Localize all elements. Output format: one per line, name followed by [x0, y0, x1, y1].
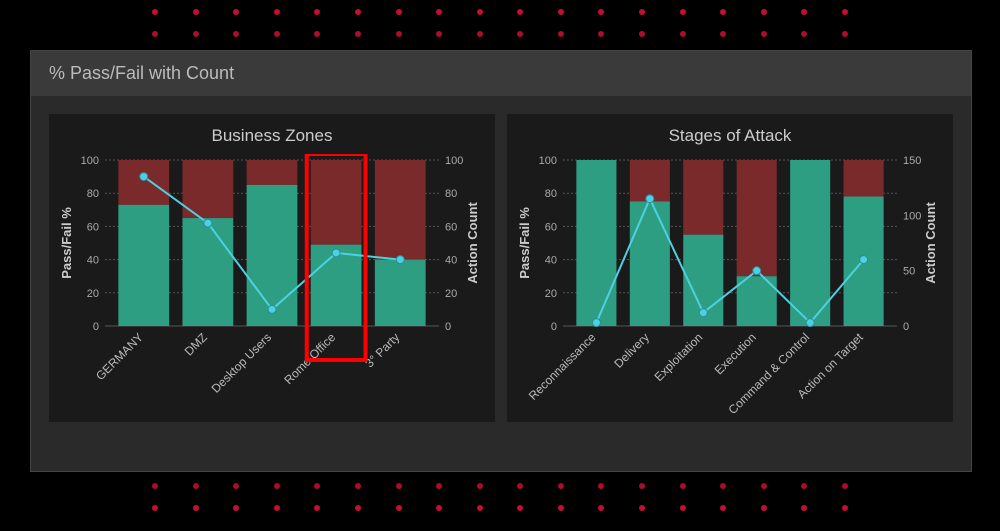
svg-text:0: 0 — [445, 321, 451, 333]
chart-title-stages: Stages of Attack — [515, 126, 945, 146]
x-category-label: Reconnaissance — [526, 330, 599, 403]
line-point[interactable] — [592, 319, 600, 327]
bar-fail[interactable] — [375, 160, 426, 260]
svg-text:80: 80 — [545, 188, 557, 200]
svg-text:50: 50 — [903, 266, 915, 278]
chart-title-zones: Business Zones — [57, 126, 487, 146]
svg-text:0: 0 — [551, 321, 557, 333]
bar-pass[interactable] — [375, 260, 426, 326]
line-point[interactable] — [268, 305, 276, 313]
y-axis-right-label: Action Count — [465, 202, 480, 284]
svg-text:60: 60 — [445, 221, 457, 233]
line-point[interactable] — [860, 256, 868, 264]
chart-business-zones[interactable]: Business Zones 0 20 40 60 80 100 0 20 40 60 80 100 G… — [49, 114, 495, 422]
x-category-label: Execution — [712, 330, 759, 377]
line-point[interactable] — [332, 249, 340, 257]
svg-text:80: 80 — [87, 188, 99, 200]
line-point[interactable] — [140, 173, 148, 181]
bar-fail[interactable] — [311, 160, 362, 245]
bar-fail[interactable] — [247, 160, 298, 185]
bar-fail[interactable] — [844, 160, 884, 197]
bar-fail[interactable] — [118, 160, 169, 205]
y-axis-left-label: Pass/Fail % — [59, 207, 74, 279]
x-category-label: Delivery — [611, 330, 652, 371]
line-point[interactable] — [699, 309, 707, 317]
svg-text:100: 100 — [903, 210, 921, 222]
svg-text:80: 80 — [445, 188, 457, 200]
svg-text:20: 20 — [545, 288, 557, 300]
y-axis-left-label: Pass/Fail % — [517, 207, 532, 279]
bar-pass[interactable] — [790, 160, 830, 326]
x-category-label: DMZ — [182, 330, 210, 358]
x-category-label: 3° Party — [362, 330, 402, 370]
dashboard-panel: % Pass/Fail with Count ! Business Zones … — [30, 50, 972, 472]
bar-fail[interactable] — [737, 160, 777, 276]
bar-pass[interactable] — [630, 202, 670, 327]
svg-text:40: 40 — [445, 255, 457, 267]
svg-text:20: 20 — [445, 288, 457, 300]
svg-text:100: 100 — [81, 155, 99, 167]
svg-text:60: 60 — [545, 221, 557, 233]
x-category-label: GERMANY — [93, 330, 146, 383]
svg-text:0: 0 — [93, 321, 99, 333]
svg-text:0: 0 — [903, 321, 909, 333]
svg-text:60: 60 — [87, 221, 99, 233]
svg-text:20: 20 — [87, 288, 99, 300]
bar-fail[interactable] — [683, 160, 723, 235]
x-category-label: Desktop Users — [209, 330, 275, 396]
line-point[interactable] — [806, 319, 814, 327]
y-axis-right-label: Action Count — [923, 202, 938, 284]
line-point[interactable] — [396, 256, 404, 264]
line-point[interactable] — [204, 219, 212, 227]
svg-text:100: 100 — [445, 155, 463, 167]
svg-text:100: 100 — [539, 155, 557, 167]
svg-text:40: 40 — [545, 255, 557, 267]
line-point[interactable] — [753, 267, 761, 275]
svg-text:40: 40 — [87, 255, 99, 267]
bar-pass[interactable] — [182, 218, 233, 326]
bar-pass[interactable] — [247, 185, 298, 326]
x-category-label: Exploitation — [652, 330, 706, 384]
line-point[interactable] — [646, 195, 654, 203]
panel-title: % Pass/Fail with Count — [31, 51, 971, 96]
svg-text:150: 150 — [903, 155, 921, 167]
bar-pass[interactable] — [118, 205, 169, 326]
bar-pass[interactable] — [576, 160, 616, 326]
chart-stages-attack[interactable]: Stages of Attack 0 20 40 60 80 100 0 50 100 150 Re… — [507, 114, 953, 422]
